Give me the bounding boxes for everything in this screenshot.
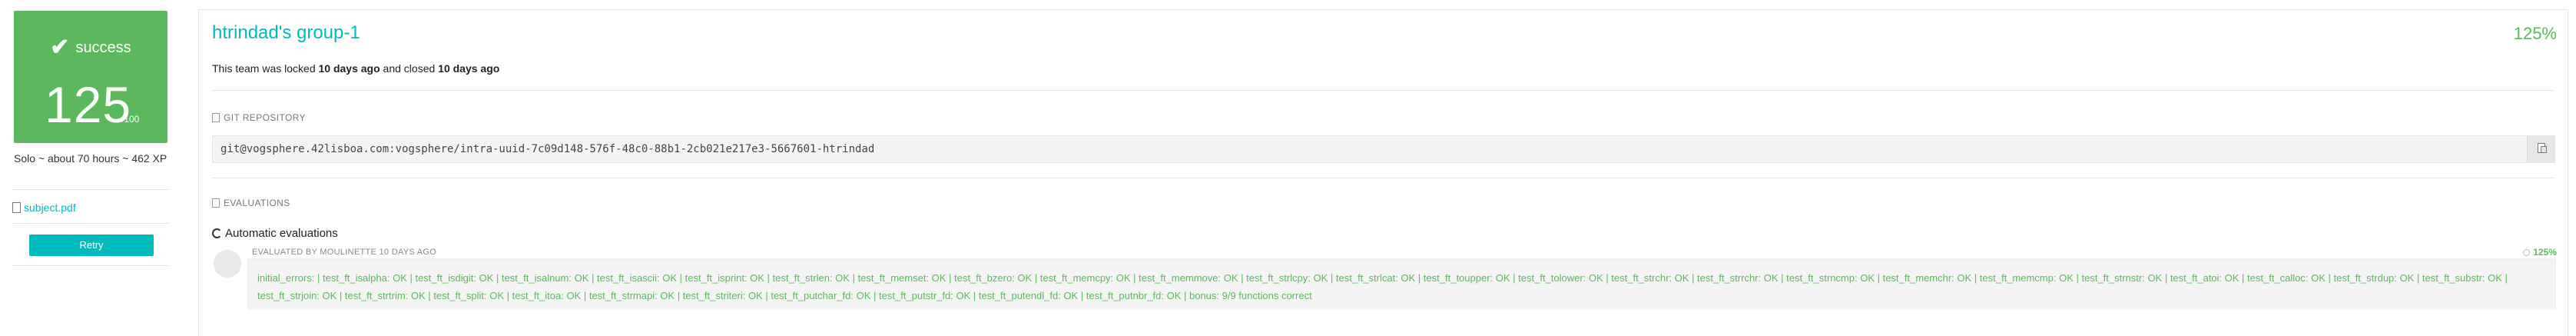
score-max: /100 xyxy=(121,114,140,125)
git-section-label: GIT REPOSITORY xyxy=(212,112,306,123)
evaluated-by: EVALUATED BY MOULINETTE 10 DAYS AGO xyxy=(252,248,437,257)
retry-button[interactable]: Retry xyxy=(29,235,154,256)
evaluations-section-label: EVALUATIONS xyxy=(212,198,290,208)
divider xyxy=(12,223,169,224)
evaluation-result-box: initial_errors: | test_ft_isalpha: OK | … xyxy=(247,258,2556,309)
check-icon: ✔ xyxy=(50,35,70,60)
divider xyxy=(12,265,169,266)
auto-eval-label: Automatic evaluations xyxy=(225,227,338,240)
closed-ago: 10 days ago xyxy=(438,62,500,75)
team-percent: 125% xyxy=(2513,24,2557,43)
git-repository-box: git@vogsphere.42lisboa.com:vogsphere/int… xyxy=(212,135,2555,163)
lock-prefix: This team was locked xyxy=(212,62,316,75)
team-panel: htrindad's group-1 125% This team was lo… xyxy=(198,9,2568,336)
document-icon xyxy=(12,202,21,213)
lock-status: This team was locked 10 days ago and clo… xyxy=(212,62,499,75)
locked-ago: 10 days ago xyxy=(318,62,380,75)
subject-link[interactable]: subject.pdf xyxy=(12,201,76,214)
git-url[interactable]: git@vogsphere.42lisboa.com:vogsphere/int… xyxy=(220,143,874,155)
automatic-evaluations-heading: Automatic evaluations xyxy=(212,227,338,240)
team-info: Solo ~ about 70 hours ~ 462 XP xyxy=(14,152,167,165)
copy-icon-overlay xyxy=(2541,146,2547,153)
checkbox-icon xyxy=(212,198,220,208)
divider xyxy=(12,189,169,190)
evaluations-label-text: EVALUATIONS xyxy=(224,198,290,208)
divider xyxy=(212,90,2555,91)
subject-label: subject.pdf xyxy=(24,201,76,214)
evaluation-result-text: initial_errors: | test_ft_isalpha: OK | … xyxy=(257,272,2508,301)
left-column: ✔ success 125 /100 Solo ~ about 70 hours … xyxy=(0,0,189,336)
team-name[interactable]: htrindad's group-1 xyxy=(212,22,360,44)
score-card: ✔ success 125 /100 xyxy=(14,11,167,143)
evaluation-score-value: 125% xyxy=(2533,247,2557,258)
final-score: 125 xyxy=(45,76,132,133)
status-label: success xyxy=(75,39,131,56)
evaluation-score: 125% xyxy=(2523,247,2557,258)
closed-word: and closed xyxy=(383,62,436,75)
clock-icon xyxy=(2523,249,2531,256)
refresh-icon xyxy=(212,228,222,238)
copy-button[interactable] xyxy=(2527,136,2554,162)
avatar xyxy=(214,250,241,278)
status-row: ✔ success xyxy=(14,34,167,61)
document-icon xyxy=(212,113,220,122)
git-label-text: GIT REPOSITORY xyxy=(224,112,306,123)
